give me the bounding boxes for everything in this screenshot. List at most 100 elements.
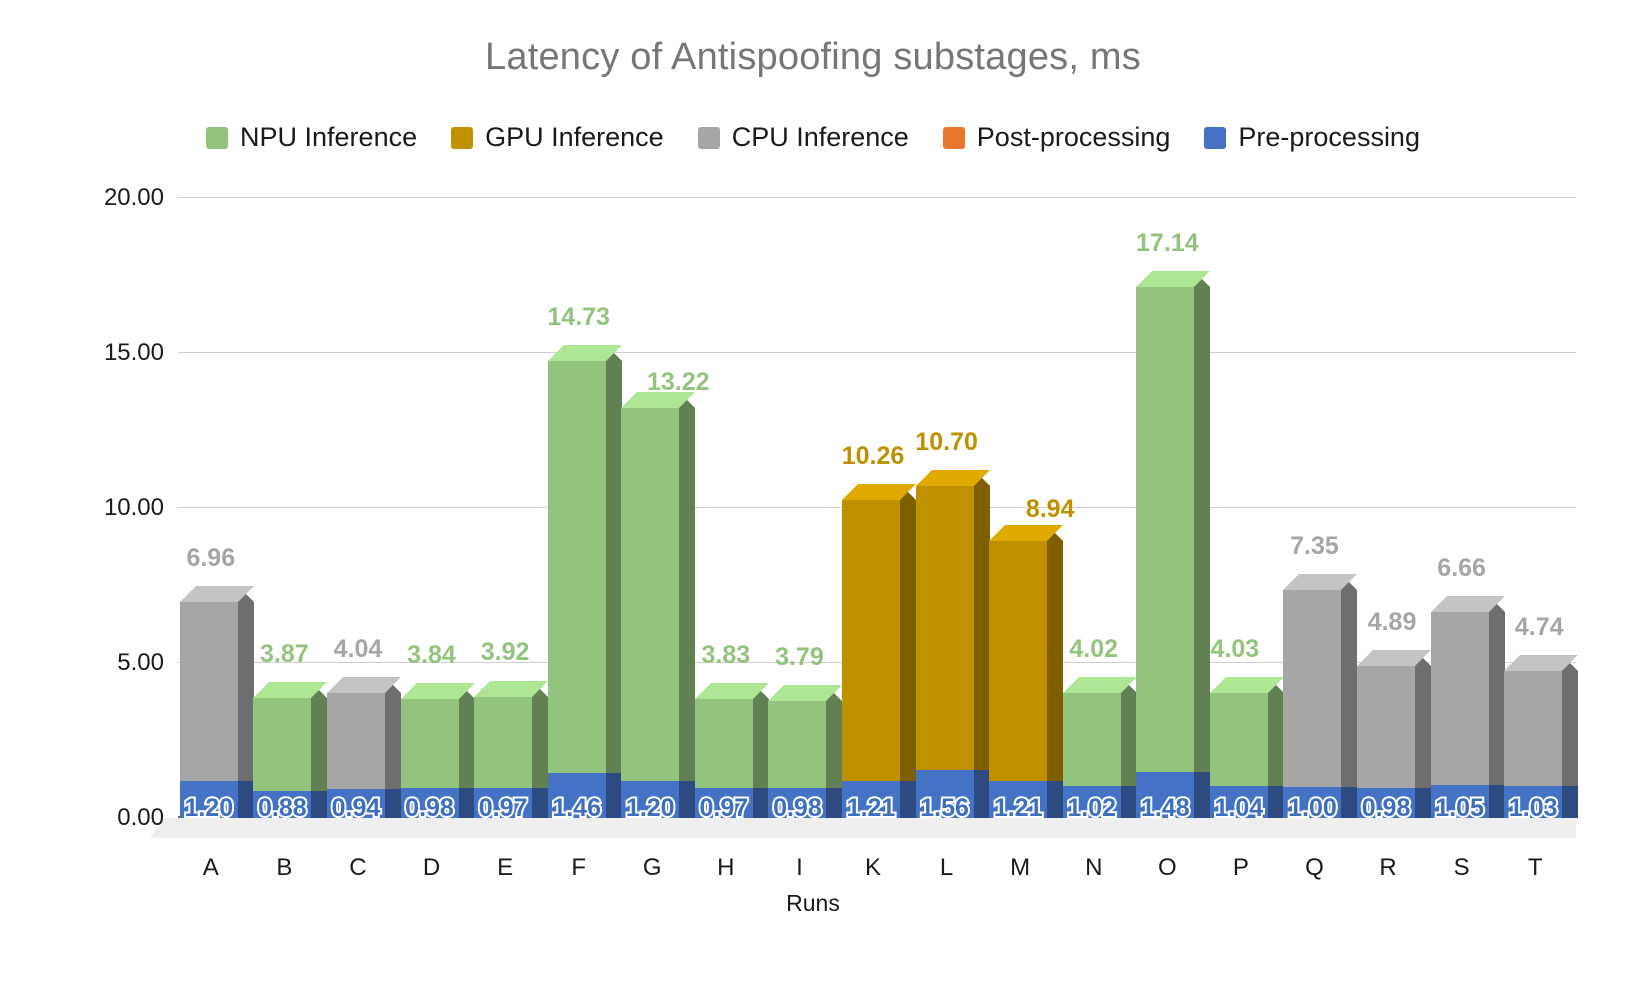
bar-front-face xyxy=(694,699,753,788)
bar-side-face xyxy=(1341,590,1358,787)
bar-group[interactable] xyxy=(1357,198,1432,818)
bar-group[interactable] xyxy=(842,198,916,818)
y-axis-tick-label: 10.00 xyxy=(103,494,164,521)
bar-side-face xyxy=(679,780,696,818)
bar-total-label: 4.74 xyxy=(1514,613,1564,642)
x-axis-category-label: T xyxy=(1527,854,1543,881)
bar-side-face xyxy=(752,699,769,788)
bar-side-face xyxy=(900,780,916,818)
bar-group[interactable] xyxy=(694,198,769,818)
bar-group[interactable] xyxy=(768,198,843,818)
bar-side-face xyxy=(1488,611,1505,786)
bar-segment[interactable] xyxy=(253,682,328,791)
bar-segment[interactable] xyxy=(1136,270,1211,773)
bar-segment[interactable] xyxy=(474,680,549,788)
bar-group[interactable] xyxy=(621,198,696,818)
bar-segment[interactable] xyxy=(326,676,401,789)
bar-total-label: 3.79 xyxy=(775,642,824,671)
bar-segment[interactable] xyxy=(1357,650,1432,788)
bar-group[interactable] xyxy=(179,198,254,818)
bar-group[interactable] xyxy=(253,198,328,818)
bar-group[interactable] xyxy=(1283,198,1358,818)
bar-total-label: 7.35 xyxy=(1290,532,1339,561)
bar-side-face xyxy=(237,602,254,781)
legend-swatch-icon xyxy=(942,126,965,149)
bar-segment[interactable] xyxy=(621,392,696,781)
bar-segment[interactable] xyxy=(1062,677,1137,787)
bar-total-label: 4.04 xyxy=(333,634,383,663)
x-axis-category-label: O xyxy=(1157,854,1177,881)
bar-preprocessing-label: 1.21 xyxy=(992,792,1045,824)
bar-segment[interactable] xyxy=(1283,574,1358,787)
bar-front-face xyxy=(253,698,312,791)
x-axis-category-label: D xyxy=(422,854,441,881)
bar-preprocessing-label: 1.02 xyxy=(1065,792,1118,824)
bar-total-label: 4.03 xyxy=(1210,635,1260,664)
bar-group[interactable] xyxy=(1209,198,1284,818)
chart-legend: NPU Inference GPU Inference CPU Inference P… xyxy=(0,122,1626,153)
chart-title: Latency of Antispoofing substages, ms xyxy=(485,36,1141,78)
x-axis-category-label: C xyxy=(349,854,367,881)
bar-side-face xyxy=(311,790,328,818)
bar-total-label: 6.96 xyxy=(186,544,236,573)
legend-item-label: CPU Inference xyxy=(731,122,909,152)
bar-preprocessing-label: 1.20 xyxy=(182,792,235,824)
bar-side-face xyxy=(900,499,916,781)
bar-group[interactable] xyxy=(400,198,475,818)
bar-segment[interactable] xyxy=(989,524,1064,781)
legend-item-npu-inference[interactable]: NPU Inference xyxy=(206,122,417,153)
bar-total-label: 3.84 xyxy=(407,640,456,669)
bar-segment[interactable] xyxy=(179,586,254,781)
bar-side-face xyxy=(384,788,401,818)
bar-front-face xyxy=(1283,590,1342,787)
legend-swatch-icon xyxy=(451,126,474,149)
bar-total-label: 13.22 xyxy=(646,368,710,397)
legend-swatch-icon xyxy=(206,126,229,149)
y-axis-tick-label: 0.00 xyxy=(117,804,164,831)
x-axis-category-label: K xyxy=(864,854,882,881)
legend-item-pre-processing[interactable]: Pre-processing xyxy=(1204,122,1420,153)
bar-preprocessing-label: 0.98 xyxy=(1360,792,1413,824)
bar-segment[interactable] xyxy=(694,683,769,788)
x-axis-category-label: R xyxy=(1379,854,1397,881)
legend-item-post-processing[interactable]: Post-processing xyxy=(942,122,1170,153)
legend-item-cpu-inference[interactable]: CPU Inference xyxy=(697,122,909,153)
bar-side-face xyxy=(1120,693,1137,787)
bar-group[interactable] xyxy=(1504,198,1579,818)
bar-segment[interactable] xyxy=(1504,655,1579,787)
bar-group[interactable] xyxy=(1136,198,1211,818)
bar-total-label: 17.14 xyxy=(1136,228,1199,257)
bar-total-label: 8.94 xyxy=(1025,494,1075,523)
x-axis-category-label: L xyxy=(939,854,954,881)
bar-segment[interactable] xyxy=(842,483,916,781)
bar-segment[interactable] xyxy=(768,684,843,788)
bar-preprocessing-label: 1.04 xyxy=(1213,792,1266,824)
bar-segment[interactable] xyxy=(400,682,475,788)
bar-total-label: 10.70 xyxy=(915,428,978,457)
bar-segment[interactable] xyxy=(547,345,622,773)
y-axis-tick-label: 20.00 xyxy=(103,184,164,211)
bar-group[interactable] xyxy=(474,198,549,818)
bar-total-label: 3.87 xyxy=(260,640,309,669)
bar-side-face xyxy=(1047,780,1064,818)
legend-item-gpu-inference[interactable]: GPU Inference xyxy=(451,122,664,153)
x-axis-category-label: S xyxy=(1453,854,1470,881)
bar-side-face xyxy=(1488,785,1505,818)
bar-front-face xyxy=(915,486,974,770)
bar-segment[interactable] xyxy=(1209,677,1284,786)
x-axis-title: Runs xyxy=(786,890,840,916)
bar-total-label: 3.92 xyxy=(480,638,530,667)
bar-group[interactable] xyxy=(326,198,401,818)
bar-group[interactable] xyxy=(547,198,622,818)
legend-item-label: GPU Inference xyxy=(485,122,664,152)
bar-side-face xyxy=(237,780,254,818)
bar-side-face xyxy=(1047,540,1064,781)
bar-side-face xyxy=(458,787,475,818)
bar-side-face xyxy=(1267,785,1284,818)
bar-total-label: 14.73 xyxy=(547,303,610,332)
bar-segment[interactable] xyxy=(915,470,990,770)
bar-group[interactable] xyxy=(1430,198,1505,818)
bar-side-face xyxy=(532,787,549,818)
bar-segment[interactable] xyxy=(1430,595,1505,786)
bar-group[interactable] xyxy=(915,198,990,818)
